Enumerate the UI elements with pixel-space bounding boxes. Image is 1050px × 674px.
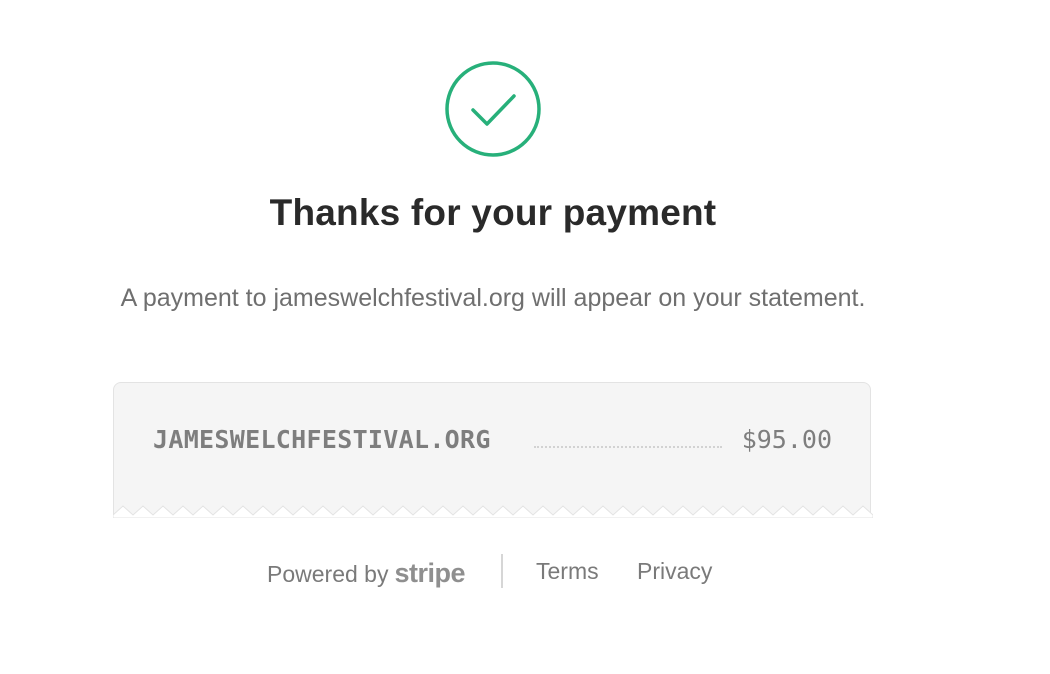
receipt-amount: $95.00 [741,425,832,454]
terms-link[interactable]: Terms [536,558,599,585]
receipt-card: JAMESWELCHFESTIVAL.ORG $95.00 [113,382,871,515]
footer-divider [501,554,503,588]
receipt-merchant: JAMESWELCHFESTIVAL.ORG [153,425,491,454]
payment-confirmation-page: Thanks for your payment A payment to jam… [0,0,1050,674]
success-check-icon [444,60,542,158]
page-title: Thanks for your payment [269,192,717,233]
receipt-torn-edge [113,505,873,518]
checkmark-circle-icon [445,61,541,157]
powered-by-stripe[interactable]: Powered by stripe [267,558,465,589]
receipt-dotted-leader [534,446,722,448]
footer: Powered by stripe Terms Privacy [0,554,1050,590]
powered-by-label: Powered by [267,561,389,587]
payment-message: A payment to jameswelchfestival.org will… [120,284,866,312]
stripe-logo: stripe [394,558,465,588]
privacy-link[interactable]: Privacy [637,558,712,585]
